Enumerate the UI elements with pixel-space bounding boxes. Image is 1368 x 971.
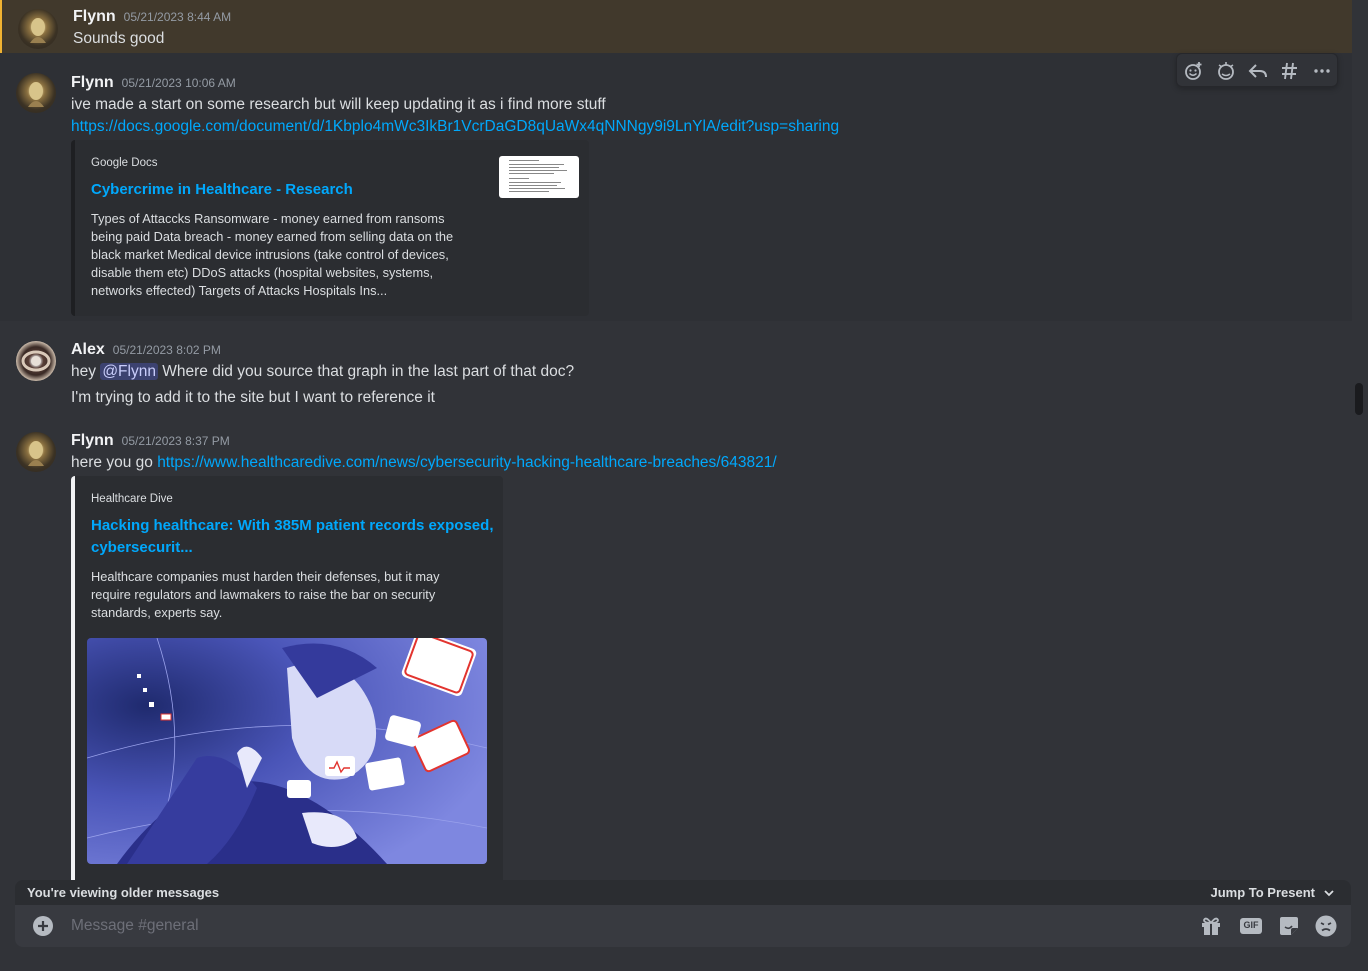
avatar[interactable] bbox=[16, 341, 56, 381]
timestamp: 05/21/2023 8:02 PM bbox=[112, 343, 221, 357]
jump-to-present-label: Jump To Present bbox=[1210, 885, 1315, 900]
create-thread-icon[interactable] bbox=[1276, 57, 1304, 85]
timestamp: 05/21/2023 8:37 PM bbox=[121, 434, 230, 448]
username[interactable]: Flynn 05/21/2023 8:44 AM bbox=[73, 8, 231, 26]
jump-to-present-button[interactable]: Jump To Present bbox=[1210, 885, 1335, 900]
message-flynn-3[interactable]: Flynn 05/21/2023 8:37 PM here you go http… bbox=[0, 421, 1352, 880]
message-text: hey @Flynn Where did you source that gra… bbox=[71, 363, 575, 380]
avatar[interactable] bbox=[16, 432, 56, 472]
message-alex[interactable]: Alex 05/21/2023 8:02 PM hey @Flynn Where … bbox=[0, 321, 1352, 421]
message-text: here you go https://www.healthcaredive.c… bbox=[71, 454, 777, 471]
message-actions-toolbar bbox=[1176, 53, 1338, 87]
avatar[interactable] bbox=[18, 9, 58, 49]
gif-icon[interactable]: GIF bbox=[1239, 914, 1263, 938]
message-flynn-1[interactable]: Flynn 05/21/2023 8:44 AM Sounds good bbox=[0, 0, 1352, 53]
embed-title[interactable]: Cybercrime in Healthcare - Research bbox=[91, 179, 353, 201]
scrollbar-thumb[interactable] bbox=[1355, 383, 1363, 415]
timestamp: 05/21/2023 10:06 AM bbox=[121, 76, 236, 90]
chevron-down-icon bbox=[1324, 889, 1334, 896]
embed-thumbnail[interactable] bbox=[499, 156, 579, 198]
scrollbar-track[interactable] bbox=[1352, 0, 1368, 971]
super-reaction-icon[interactable] bbox=[1212, 57, 1240, 85]
add-attachment-icon[interactable] bbox=[31, 914, 55, 938]
user-mention[interactable]: @Flynn bbox=[100, 363, 158, 380]
link-embed: Google Docs Cybercrime in Healthcare - R… bbox=[71, 140, 589, 316]
message-composer: GIF bbox=[15, 905, 1351, 947]
embed-provider[interactable]: Google Docs bbox=[91, 157, 157, 169]
embed-title[interactable]: Hacking healthcare: With 385M patient re… bbox=[91, 515, 493, 559]
embed-description: Types of Attaccks Ransomware - money ear… bbox=[91, 211, 454, 298]
message-text: I'm trying to add it to the site but I w… bbox=[71, 389, 435, 406]
message-link[interactable]: https://docs.google.com/document/d/1Kbpl… bbox=[71, 118, 839, 136]
message-input[interactable] bbox=[71, 915, 1171, 937]
link-embed: Healthcare Dive Hacking healthcare: With… bbox=[71, 476, 503, 880]
username[interactable]: Flynn 05/21/2023 10:06 AM bbox=[71, 74, 236, 92]
older-messages-banner: You're viewing older messages Jump To Pr… bbox=[15, 880, 1351, 906]
avatar[interactable] bbox=[16, 73, 56, 113]
embed-description: Healthcare companies must harden their d… bbox=[91, 569, 440, 620]
sticker-icon[interactable] bbox=[1277, 914, 1301, 938]
username[interactable]: Flynn 05/21/2023 8:37 PM bbox=[71, 432, 230, 450]
embed-provider[interactable]: Healthcare Dive bbox=[91, 493, 173, 505]
message-list: Flynn 05/21/2023 8:44 AM Sounds good Flyn… bbox=[0, 0, 1352, 880]
emoji-icon[interactable] bbox=[1314, 914, 1338, 938]
message-flynn-2[interactable]: Flynn 05/21/2023 10:06 AM ive made a star… bbox=[0, 53, 1352, 321]
username[interactable]: Alex 05/21/2023 8:02 PM bbox=[71, 341, 221, 359]
message-text: Sounds good bbox=[73, 30, 165, 47]
gift-icon[interactable] bbox=[1199, 914, 1223, 938]
timestamp: 05/21/2023 8:44 AM bbox=[123, 10, 232, 24]
reply-icon[interactable] bbox=[1244, 57, 1272, 85]
embed-image[interactable] bbox=[87, 638, 487, 864]
add-reaction-icon[interactable] bbox=[1180, 57, 1208, 85]
gif-label: GIF bbox=[1243, 920, 1259, 930]
message-text: ive made a start on some research but wi… bbox=[71, 96, 606, 113]
message-link[interactable]: https://www.healthcaredive.com/news/cybe… bbox=[157, 454, 776, 471]
more-icon[interactable] bbox=[1308, 57, 1336, 85]
older-messages-text: You're viewing older messages bbox=[27, 885, 220, 900]
